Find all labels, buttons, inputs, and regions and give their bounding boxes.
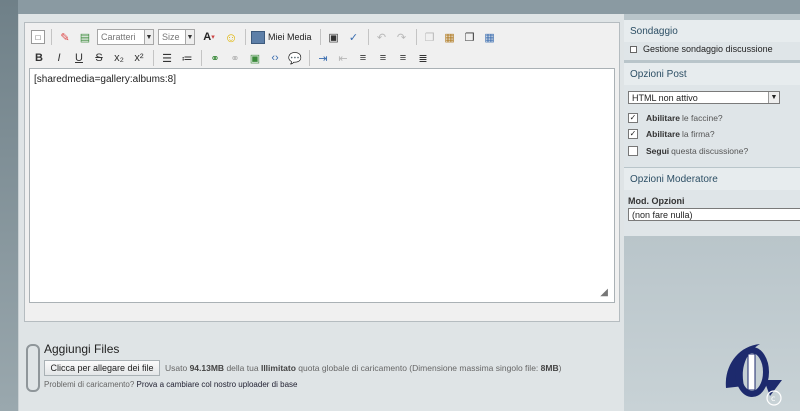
- my-media-button[interactable]: Miei Media: [251, 30, 312, 44]
- eraser-icon[interactable]: ✎: [57, 29, 73, 45]
- undo-icon[interactable]: ↶: [374, 29, 390, 45]
- post-options-header: Opzioni Post: [624, 63, 800, 85]
- enable-signature-label: la firma?: [682, 129, 715, 139]
- chevron-down-icon: ▼: [185, 30, 194, 44]
- rich-text-editor: □ ✎ ▤ Caratteri ▼ Size ▼ A ▾ ☺ Miei Media…: [24, 22, 620, 322]
- toolbar-divider: [51, 29, 52, 45]
- upload-quota-info: Usato 94.13MB della tua Illimitato quota…: [165, 363, 561, 373]
- manage-poll-link[interactable]: Gestione sondaggio discussione: [630, 44, 773, 54]
- html-mode-value: HTML non attivo: [632, 92, 698, 103]
- svg-text:c: c: [771, 394, 775, 403]
- source-toggle-icon[interactable]: □: [31, 30, 45, 44]
- superscript-icon[interactable]: x²: [131, 50, 147, 66]
- font-dropdown[interactable]: Caratteri ▼: [97, 29, 154, 45]
- bullet-list-icon[interactable]: ☰: [159, 50, 175, 66]
- moderator-action-value: (non fare nulla): [632, 209, 693, 220]
- enable-emoticons-bold: Abilitare: [646, 113, 681, 123]
- text-color-icon[interactable]: A ▾: [199, 29, 219, 45]
- quota-mid: della tua: [224, 363, 261, 373]
- redo-icon[interactable]: ↷: [394, 29, 410, 45]
- media-icon: [251, 30, 265, 44]
- font-dropdown-label: Caratteri: [101, 32, 136, 42]
- toolbar-divider: [201, 50, 202, 66]
- numbered-list-icon[interactable]: ≔: [179, 50, 195, 66]
- quote-icon[interactable]: 💬: [287, 50, 303, 66]
- editor-textarea[interactable]: [sharedmedia=gallery:albums:8] ◢: [29, 68, 615, 303]
- enable-signature-bold: Abilitare: [646, 129, 681, 139]
- align-left-icon[interactable]: ≡: [355, 50, 371, 66]
- upload-problems-note: Problemi di caricamento? Prova a cambiar…: [44, 380, 297, 389]
- toolbar-divider: [415, 29, 417, 45]
- size-dropdown-label: Size: [162, 32, 180, 42]
- quota-limit: Illimitato: [260, 363, 296, 373]
- quota-max: 8MB: [540, 363, 559, 373]
- follow-topic-label: questa discussione?: [671, 146, 749, 156]
- size-dropdown[interactable]: Size ▼: [158, 29, 195, 45]
- editor-content: [sharedmedia=gallery:albums:8]: [34, 74, 177, 85]
- toolbar-divider: [319, 29, 321, 45]
- code-icon[interactable]: ‹›: [267, 50, 283, 66]
- quota-mid2: quota globale di caricamento (Dimensione…: [295, 363, 541, 373]
- enable-signature-checkbox[interactable]: ✓: [628, 129, 638, 139]
- subscript-icon[interactable]: x₂: [111, 50, 127, 66]
- paste-word-icon[interactable]: ▦: [482, 29, 498, 45]
- toolbar-row-2: B I U S x₂ x² ☰ ≔ ⚭ ⚭ ▣ ‹› 💬 ⇥ ⇤ ≡ ≡ ≡ ≣: [31, 48, 435, 68]
- moderator-options-header: Opzioni Moderatore: [624, 168, 800, 190]
- paperclip-icon: [26, 344, 40, 392]
- my-media-label: Miei Media: [268, 32, 312, 42]
- poll-section-header: Sondaggio: [624, 20, 800, 42]
- indent-icon[interactable]: ⇥: [315, 50, 331, 66]
- poll-section-title: Sondaggio: [630, 25, 678, 37]
- toolbar-row-1: □ ✎ ▤ Caratteri ▼ Size ▼ A ▾ ☺ Miei Media…: [31, 27, 502, 47]
- quota-end: ): [558, 363, 562, 373]
- follow-topic-bold: Segui: [646, 146, 670, 156]
- follow-topic-row: Segui questa discussione?: [628, 146, 748, 156]
- paste-icon[interactable]: ▦: [442, 29, 458, 45]
- attach-files-button[interactable]: Clicca per allegare dei file: [44, 360, 160, 376]
- toolbar-divider: [153, 50, 154, 66]
- enable-signature-row: ✓ Abilitare la firma?: [628, 129, 715, 139]
- resize-handle-icon[interactable]: ◢: [600, 287, 608, 298]
- bold-icon[interactable]: B: [31, 50, 47, 66]
- moderator-action-label: Mod. Opzioni: [628, 196, 685, 206]
- chevron-down-icon: ▼: [144, 30, 153, 44]
- quota-used: 94.13MB: [189, 363, 225, 373]
- attachments-title: Aggiungi Files: [44, 342, 120, 356]
- spellcheck-icon[interactable]: ✓: [346, 29, 362, 45]
- toolbar-divider: [309, 50, 310, 66]
- unlink-icon[interactable]: ⚭: [227, 50, 243, 66]
- chevron-down-icon: ▼: [768, 92, 779, 103]
- outdent-icon[interactable]: ⇤: [335, 50, 351, 66]
- paste-text-icon[interactable]: ❐: [462, 29, 478, 45]
- strikethrough-icon[interactable]: S: [91, 50, 107, 66]
- align-right-icon[interactable]: ≡: [395, 50, 411, 66]
- site-logo: c: [718, 336, 790, 408]
- moderator-action-select[interactable]: (non fare nulla): [628, 208, 800, 221]
- image-icon[interactable]: ▣: [247, 50, 263, 66]
- copy-icon[interactable]: ❐: [422, 29, 438, 45]
- remove-format-icon[interactable]: ▤: [77, 29, 93, 45]
- link-icon[interactable]: ⚭: [207, 50, 223, 66]
- post-options-title: Opzioni Post: [630, 68, 687, 80]
- underline-icon[interactable]: U: [71, 50, 87, 66]
- align-justify-icon[interactable]: ≣: [415, 50, 431, 66]
- html-mode-select[interactable]: HTML non attivo ▼: [628, 91, 780, 104]
- italic-icon[interactable]: I: [51, 50, 67, 66]
- manage-poll-label: Gestione sondaggio discussione: [643, 44, 773, 54]
- align-center-icon[interactable]: ≡: [375, 50, 391, 66]
- toolbar-divider: [367, 29, 369, 45]
- toolbar-divider: [245, 29, 246, 45]
- emoticon-icon[interactable]: ☺: [223, 29, 239, 45]
- basic-uploader-link[interactable]: Prova a cambiare col nostro uploader di …: [136, 380, 297, 389]
- enable-emoticons-label: le faccine?: [682, 113, 723, 123]
- follow-topic-checkbox[interactable]: [628, 146, 638, 156]
- upload-problems-text: Problemi di caricamento?: [44, 380, 137, 389]
- page-background-left: [0, 0, 18, 411]
- enable-emoticons-row: ✓ Abilitare le faccine?: [628, 113, 723, 123]
- moderator-options-title: Opzioni Moderatore: [630, 173, 718, 185]
- insert-special-icon[interactable]: ▣: [326, 29, 342, 45]
- enable-emoticons-checkbox[interactable]: ✓: [628, 113, 638, 123]
- bullet-icon: [630, 45, 637, 53]
- quota-prefix: Usato: [165, 363, 190, 373]
